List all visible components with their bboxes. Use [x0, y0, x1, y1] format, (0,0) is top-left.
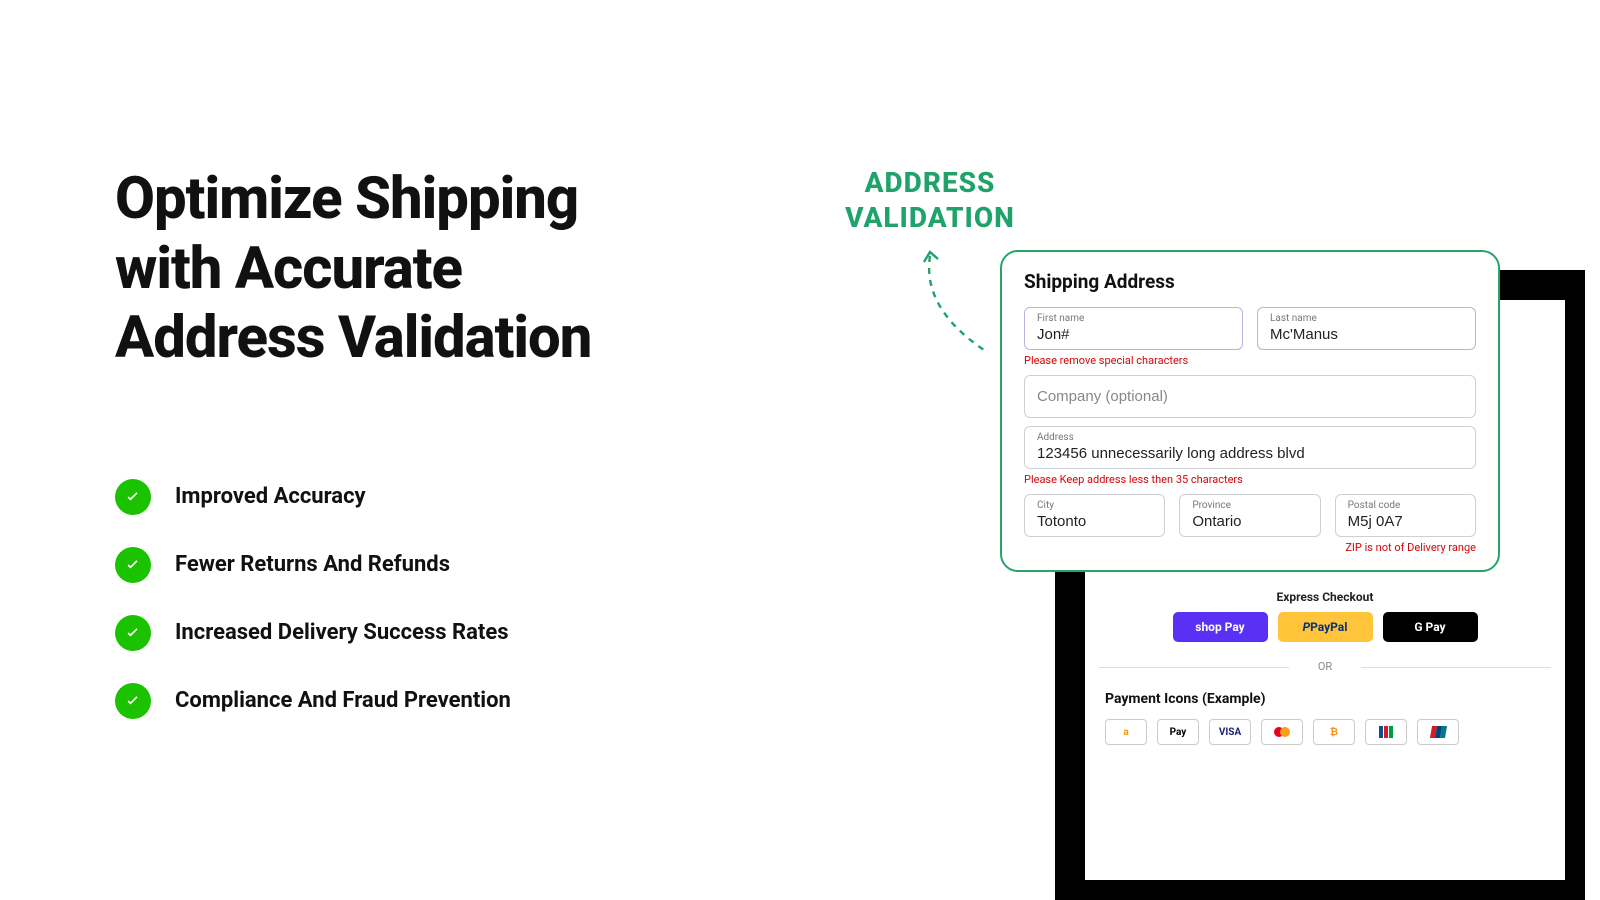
paypal-button[interactable]: P PayPal [1278, 612, 1373, 642]
shipping-address-card: Shipping Address First name Last name Pl… [1000, 250, 1500, 572]
address-field[interactable]: Address [1024, 426, 1476, 469]
postal-field[interactable]: Postal code [1335, 494, 1476, 537]
address-input[interactable] [1037, 444, 1463, 462]
province-label: Province [1192, 500, 1307, 511]
last-name-field[interactable]: Last name [1257, 307, 1476, 350]
benefit-text: Compliance And Fraud Prevention [175, 688, 511, 713]
province-field[interactable]: Province [1179, 494, 1320, 537]
shop-pay-button[interactable]: shop Pay [1173, 612, 1268, 642]
unionpay-icon [1417, 719, 1459, 745]
arrow-icon [920, 248, 1000, 358]
city-input[interactable] [1037, 512, 1152, 530]
check-icon [115, 479, 151, 515]
bitcoin-icon: ₿ [1313, 719, 1355, 745]
payment-icons-row: a Pay VISA ₿ [1105, 719, 1551, 745]
city-label: City [1037, 500, 1152, 511]
first-name-label: First name [1037, 313, 1230, 324]
card-title: Shipping Address [1024, 270, 1476, 293]
first-name-input[interactable] [1037, 325, 1230, 343]
address-label: Address [1037, 432, 1463, 443]
apple-pay-icon: Pay [1157, 719, 1199, 745]
company-input[interactable] [1024, 375, 1476, 418]
address-error: Please Keep address less then 35 charact… [1024, 473, 1476, 486]
gpay-label: G Pay [1414, 620, 1445, 634]
gpay-button[interactable]: G Pay [1383, 612, 1478, 642]
last-name-label: Last name [1270, 313, 1463, 324]
express-checkout-label: Express Checkout [1099, 590, 1551, 604]
mastercard-icon [1261, 719, 1303, 745]
city-field[interactable]: City [1024, 494, 1165, 537]
callout-label: ADDRESS VALIDATION [830, 165, 1030, 235]
name-error: Please remove special characters [1024, 354, 1476, 367]
postal-label: Postal code [1348, 500, 1463, 511]
amazon-icon: a [1105, 719, 1147, 745]
paypal-label: PayPal [1310, 620, 1347, 634]
benefit-item: Fewer Returns And Refunds [115, 547, 675, 583]
first-name-field[interactable]: First name [1024, 307, 1243, 350]
check-icon [115, 615, 151, 651]
zip-error: ZIP is not of Delivery range [1024, 541, 1476, 554]
benefit-text: Improved Accuracy [175, 484, 366, 509]
province-input[interactable] [1192, 512, 1307, 530]
benefit-item: Compliance And Fraud Prevention [115, 683, 675, 719]
hero-title: Optimize Shipping with Accurate Address … [115, 165, 675, 374]
postal-input[interactable] [1348, 512, 1463, 530]
benefits-list: Improved Accuracy Fewer Returns And Refu… [115, 479, 675, 719]
benefit-text: Increased Delivery Success Rates [175, 620, 509, 645]
jcb-icon [1365, 719, 1407, 745]
last-name-input[interactable] [1270, 325, 1463, 343]
or-divider: OR [1099, 660, 1551, 673]
benefit-text: Fewer Returns And Refunds [175, 552, 450, 577]
benefit-item: Increased Delivery Success Rates [115, 615, 675, 651]
visa-icon: VISA [1209, 719, 1251, 745]
check-icon [115, 683, 151, 719]
benefit-item: Improved Accuracy [115, 479, 675, 515]
payment-icons-title: Payment Icons (Example) [1105, 691, 1551, 707]
check-icon [115, 547, 151, 583]
shop-pay-label: shop Pay [1195, 620, 1244, 634]
